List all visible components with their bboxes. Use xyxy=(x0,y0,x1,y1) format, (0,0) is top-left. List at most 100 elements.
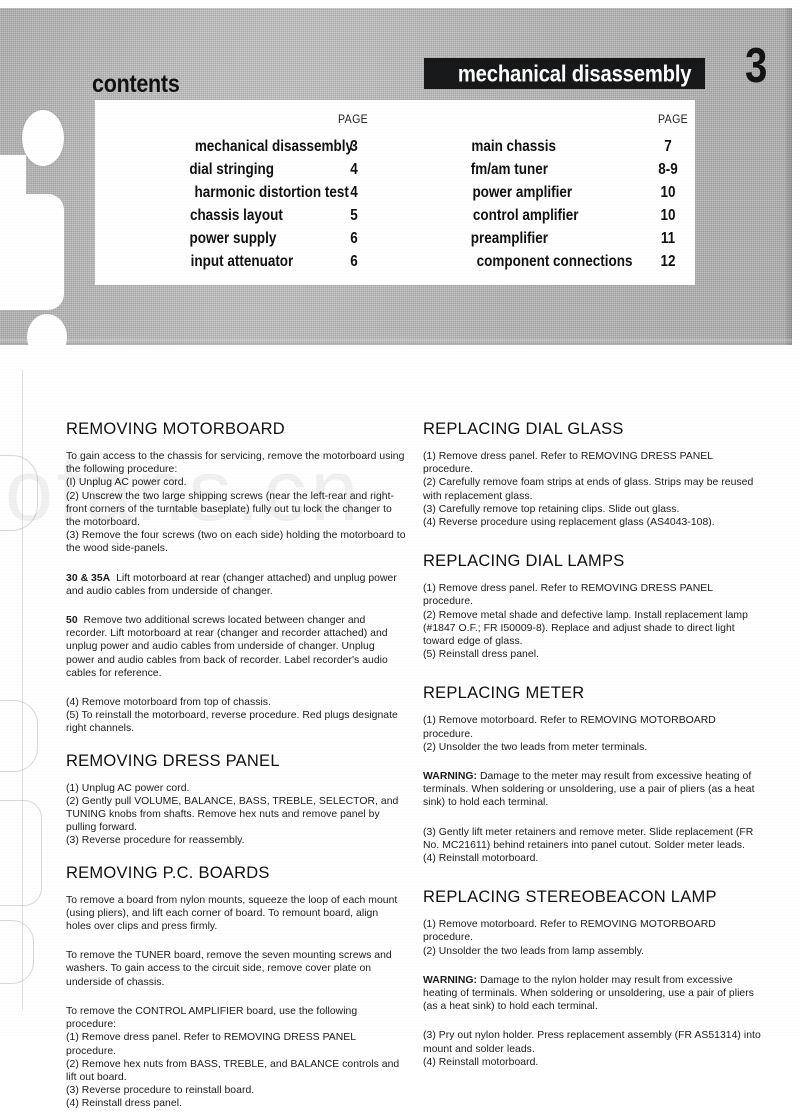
toc-entry-title: preamplifier xyxy=(470,230,548,247)
section-heading-removing-dress-panel: REMOVING DRESS PANEL xyxy=(66,751,280,770)
section-heading-replacing-dial-lamps: REPLACING DIAL LAMPS xyxy=(423,552,625,571)
section-heading-removing-pc-boards: REMOVING P.C. BOARDS xyxy=(66,863,270,882)
paragraph-text: Remove two additional screws located bet… xyxy=(66,615,388,679)
toc-entry-title: control amplifier xyxy=(472,207,579,224)
paragraph: To remove a board from nylon mounts, squ… xyxy=(66,894,398,933)
paragraph: (2) Unscrew the two large shipping screw… xyxy=(66,490,395,529)
toc-entry-title: power amplifier xyxy=(472,184,573,201)
toc-entry-page: 6 xyxy=(350,253,358,270)
contents-heading: contents xyxy=(92,70,180,98)
toc-entry-title: chassis layout xyxy=(189,207,283,224)
paragraph-model-50: 50 Remove two additional screws located … xyxy=(66,614,406,680)
paragraph: (1) Remove motorboard. Refer to REMOVING… xyxy=(423,715,716,740)
toc-entry[interactable]: mechanical disassembly 3 xyxy=(183,138,365,156)
paragraph: (3) Gently lift meter retainers and remo… xyxy=(423,826,754,851)
toc-entry[interactable]: power amplifier 10 xyxy=(465,184,675,202)
paragraph: (3) Remove the four screws (two on each … xyxy=(66,530,406,555)
paragraph: (2) Remove hex nuts from BASS, TREBLE, a… xyxy=(66,1058,400,1083)
toc-page-header-right: PAGE xyxy=(658,114,689,126)
section-heading-replacing-dial-glass: REPLACING DIAL GLASS xyxy=(423,420,624,438)
paragraph: (3) Pry out nylon holder. Press replacem… xyxy=(423,1030,761,1055)
toc-column-left: PAGE mechanical disassembly 3 dial strin… xyxy=(95,100,413,285)
section-heading-replacing-stereobeacon-lamp: REPLACING STEREOBEACON LAMP xyxy=(423,888,717,907)
toc-entry[interactable]: power supply 6 xyxy=(183,230,357,248)
paragraph: To gain access to the chassis for servic… xyxy=(66,451,405,476)
paragraph-text: Lift motorboard at rear (changer attache… xyxy=(66,572,397,597)
binder-hole-ghost-4 xyxy=(0,920,34,984)
section-banner-title: mechanical disassembly xyxy=(457,60,691,86)
paragraph: (1) Remove motorboard. Refer to REMOVING… xyxy=(423,919,716,944)
page-number: 3 xyxy=(745,39,768,93)
toc-column-right: PAGE main chassis 7 fm/am tuner 8-9 powe… xyxy=(413,100,695,285)
binder-hole-ghost-1 xyxy=(0,455,38,531)
warning-meter: WARNING: Damage to the meter may result … xyxy=(423,770,763,810)
toc-entry-page: 7 xyxy=(664,138,672,155)
toc-entry-title: power supply xyxy=(189,230,277,247)
warning-label: WARNING: xyxy=(423,771,477,783)
toc-entry-title: mechanical disassembly xyxy=(194,138,353,155)
paragraph: (4) Reinstall dress panel. xyxy=(66,1098,182,1110)
toc-entry-title: harmonic distortion test xyxy=(194,184,349,201)
toc-entry-page: 12 xyxy=(660,253,676,270)
toc-entry-page: 11 xyxy=(660,230,676,247)
paragraph: (2) Carefully remove foam strips at ends… xyxy=(423,477,754,502)
toc-entry-page: 4 xyxy=(350,184,358,201)
paragraph: (2) Unsolder the two leads from lamp ass… xyxy=(423,945,645,957)
toc-entry[interactable]: component connections 12 xyxy=(465,253,676,271)
toc-entry[interactable]: preamplifier 11 xyxy=(465,230,675,248)
toc-entry[interactable]: fm/am tuner 8-9 xyxy=(465,161,678,179)
paragraph: (2) Unsolder the two leads from meter te… xyxy=(423,741,648,753)
toc-entry-page: 10 xyxy=(660,184,676,201)
binder-hole-ghost-3 xyxy=(0,800,42,906)
toc-entry[interactable]: main chassis 7 xyxy=(465,138,671,156)
band-right-edge xyxy=(786,8,792,345)
toc-page-header-left: PAGE xyxy=(338,114,369,126)
toc-entry-title: component connections xyxy=(476,253,633,270)
contents-panel: PAGE mechanical disassembly 3 dial strin… xyxy=(95,100,695,285)
toc-entry-page: 5 xyxy=(350,207,358,224)
table-of-contents: PAGE mechanical disassembly 3 dial strin… xyxy=(95,100,695,285)
paragraph: (4) Reverse procedure using replacement … xyxy=(423,517,715,529)
binder-hole-middle xyxy=(0,194,64,310)
toc-entry-page: 4 xyxy=(350,161,358,178)
binder-hole-ghost-2 xyxy=(0,700,38,772)
body-column-left: REMOVING MOTORBOARD To gain access to th… xyxy=(66,420,406,1120)
manual-page: iofans.cn contents mechanical disassembl… xyxy=(0,0,800,1109)
model-label: 30 & 35A xyxy=(66,572,111,584)
paragraph: (4) Reinstall motorboard. xyxy=(423,1056,539,1068)
toc-entry-page: 10 xyxy=(660,207,676,224)
toc-entry-title: main chassis xyxy=(471,138,557,155)
toc-entry[interactable]: control amplifier 10 xyxy=(465,207,676,225)
toc-entry[interactable]: dial stringing 4 xyxy=(183,161,357,179)
warning-stereobeacon: WARNING: Damage to the nylon holder may … xyxy=(423,974,763,1014)
section-heading-removing-motorboard: REMOVING MOTORBOARD xyxy=(66,420,285,438)
paragraph: (4) Remove motorboard from top of chassi… xyxy=(66,697,271,709)
paragraph: (2) Gently pull VOLUME, BALANCE, BASS, T… xyxy=(66,795,399,834)
paragraph: (1) Remove dress panel. Refer to REMOVIN… xyxy=(66,1032,356,1057)
paragraph: (4) Reinstall motorboard. xyxy=(423,853,539,865)
page-margin-line xyxy=(22,370,23,1010)
paragraph: (I) Unplug AC power cord. xyxy=(66,477,187,489)
toc-entry[interactable]: input attenuator 6 xyxy=(183,253,358,271)
toc-entry-page: 3 xyxy=(350,138,358,155)
paragraph-model-30-35a: 30 & 35A Lift motorboard at rear (change… xyxy=(66,572,406,598)
toc-entry-title: input attenuator xyxy=(190,253,294,270)
binder-hole-top xyxy=(22,110,64,166)
warning-label: WARNING: xyxy=(423,974,477,986)
paragraph: (3) Reverse procedure to reinstall board… xyxy=(66,1085,255,1097)
toc-entry-title: dial stringing xyxy=(189,161,274,178)
toc-entry-page: 8-9 xyxy=(658,161,678,178)
paragraph: (2) Remove metal shade and defective lam… xyxy=(423,609,748,648)
paragraph: (5) To reinstall the motorboard, reverse… xyxy=(66,710,398,735)
paragraph: (3) Carefully remove top retaining clips… xyxy=(423,503,680,515)
paragraph: (1) Remove dress panel. Refer to REMOVIN… xyxy=(423,583,713,608)
section-heading-replacing-meter: REPLACING METER xyxy=(423,684,585,703)
paragraph: (5) Reinstall dress panel. xyxy=(423,649,539,661)
toc-entry[interactable]: harmonic distortion test 4 xyxy=(183,184,360,202)
toc-entry[interactable]: chassis layout 5 xyxy=(183,207,358,225)
section-banner: mechanical disassembly xyxy=(424,58,705,89)
body-column-right: REPLACING DIAL GLASS (1) Remove dress pa… xyxy=(423,420,763,1078)
paragraph: (1) Remove dress panel. Refer to REMOVIN… xyxy=(423,451,713,476)
paragraph: To remove the TUNER board, remove the se… xyxy=(66,950,392,988)
paragraph: To remove the CONTROL AMPLIFIER board, u… xyxy=(66,1005,358,1031)
